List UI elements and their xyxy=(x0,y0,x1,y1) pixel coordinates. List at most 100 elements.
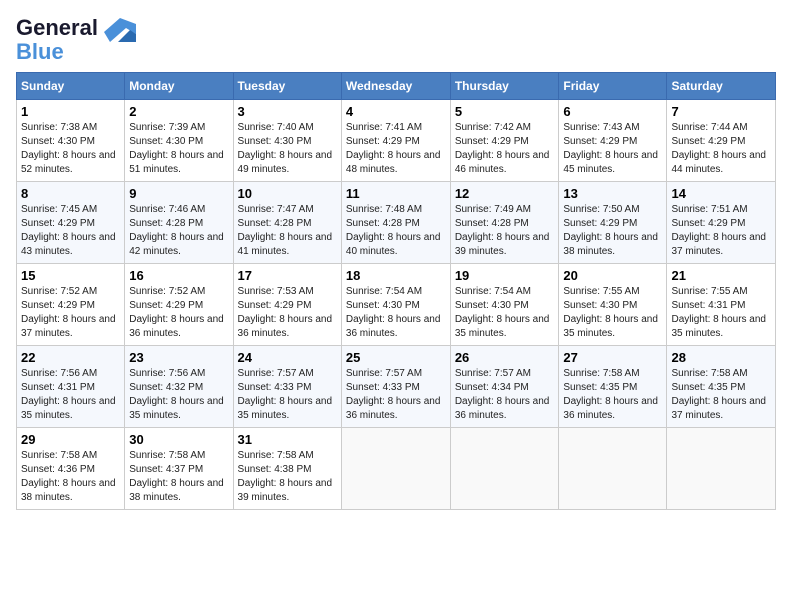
day-number: 18 xyxy=(346,268,446,283)
day-header: Friday xyxy=(559,73,667,100)
day-info: Sunrise: 7:56 AM Sunset: 4:32 PM Dayligh… xyxy=(129,367,228,423)
day-info: Sunrise: 7:58 AM Sunset: 4:38 PM Dayligh… xyxy=(238,449,337,505)
day-number: 21 xyxy=(671,268,771,283)
day-number: 10 xyxy=(238,186,337,201)
day-info: Sunrise: 7:51 AM Sunset: 4:29 PM Dayligh… xyxy=(671,203,771,259)
day-info: Sunrise: 7:50 AM Sunset: 4:29 PM Dayligh… xyxy=(563,203,662,259)
calendar-cell: 17 Sunrise: 7:53 AM Sunset: 4:29 PM Dayl… xyxy=(233,264,341,346)
day-info: Sunrise: 7:55 AM Sunset: 4:30 PM Dayligh… xyxy=(563,285,662,341)
day-number: 6 xyxy=(563,104,662,119)
day-info: Sunrise: 7:54 AM Sunset: 4:30 PM Dayligh… xyxy=(455,285,555,341)
logo-icon xyxy=(100,14,136,50)
day-number: 20 xyxy=(563,268,662,283)
calendar-cell: 25 Sunrise: 7:57 AM Sunset: 4:33 PM Dayl… xyxy=(341,346,450,428)
day-header: Tuesday xyxy=(233,73,341,100)
calendar-cell: 7 Sunrise: 7:44 AM Sunset: 4:29 PM Dayli… xyxy=(667,100,776,182)
day-header: Wednesday xyxy=(341,73,450,100)
day-number: 5 xyxy=(455,104,555,119)
day-number: 26 xyxy=(455,350,555,365)
day-info: Sunrise: 7:54 AM Sunset: 4:30 PM Dayligh… xyxy=(346,285,446,341)
day-number: 19 xyxy=(455,268,555,283)
day-info: Sunrise: 7:57 AM Sunset: 4:33 PM Dayligh… xyxy=(238,367,337,423)
calendar-cell: 12 Sunrise: 7:49 AM Sunset: 4:28 PM Dayl… xyxy=(450,182,559,264)
day-number: 30 xyxy=(129,432,228,447)
page-header: GeneralBlue xyxy=(16,16,776,64)
calendar-cell: 21 Sunrise: 7:55 AM Sunset: 4:31 PM Dayl… xyxy=(667,264,776,346)
calendar-cell xyxy=(559,428,667,510)
day-info: Sunrise: 7:48 AM Sunset: 4:28 PM Dayligh… xyxy=(346,203,446,259)
day-info: Sunrise: 7:58 AM Sunset: 4:35 PM Dayligh… xyxy=(563,367,662,423)
day-number: 31 xyxy=(238,432,337,447)
calendar-cell xyxy=(341,428,450,510)
day-number: 24 xyxy=(238,350,337,365)
day-number: 22 xyxy=(21,350,120,365)
day-number: 25 xyxy=(346,350,446,365)
calendar-cell: 23 Sunrise: 7:56 AM Sunset: 4:32 PM Dayl… xyxy=(125,346,233,428)
day-number: 8 xyxy=(21,186,120,201)
calendar-cell: 9 Sunrise: 7:46 AM Sunset: 4:28 PM Dayli… xyxy=(125,182,233,264)
day-number: 12 xyxy=(455,186,555,201)
day-info: Sunrise: 7:42 AM Sunset: 4:29 PM Dayligh… xyxy=(455,121,555,177)
day-info: Sunrise: 7:39 AM Sunset: 4:30 PM Dayligh… xyxy=(129,121,228,177)
calendar-cell: 1 Sunrise: 7:38 AM Sunset: 4:30 PM Dayli… xyxy=(17,100,125,182)
day-header: Monday xyxy=(125,73,233,100)
calendar-cell: 26 Sunrise: 7:57 AM Sunset: 4:34 PM Dayl… xyxy=(450,346,559,428)
calendar-cell: 20 Sunrise: 7:55 AM Sunset: 4:30 PM Dayl… xyxy=(559,264,667,346)
day-info: Sunrise: 7:56 AM Sunset: 4:31 PM Dayligh… xyxy=(21,367,120,423)
calendar-cell: 28 Sunrise: 7:58 AM Sunset: 4:35 PM Dayl… xyxy=(667,346,776,428)
calendar-cell: 6 Sunrise: 7:43 AM Sunset: 4:29 PM Dayli… xyxy=(559,100,667,182)
calendar-cell: 13 Sunrise: 7:50 AM Sunset: 4:29 PM Dayl… xyxy=(559,182,667,264)
calendar-cell: 22 Sunrise: 7:56 AM Sunset: 4:31 PM Dayl… xyxy=(17,346,125,428)
calendar-cell xyxy=(450,428,559,510)
calendar-cell xyxy=(667,428,776,510)
day-info: Sunrise: 7:58 AM Sunset: 4:36 PM Dayligh… xyxy=(21,449,120,505)
day-info: Sunrise: 7:49 AM Sunset: 4:28 PM Dayligh… xyxy=(455,203,555,259)
day-number: 15 xyxy=(21,268,120,283)
day-info: Sunrise: 7:44 AM Sunset: 4:29 PM Dayligh… xyxy=(671,121,771,177)
calendar-cell: 11 Sunrise: 7:48 AM Sunset: 4:28 PM Dayl… xyxy=(341,182,450,264)
day-number: 23 xyxy=(129,350,228,365)
day-info: Sunrise: 7:38 AM Sunset: 4:30 PM Dayligh… xyxy=(21,121,120,177)
calendar-cell: 14 Sunrise: 7:51 AM Sunset: 4:29 PM Dayl… xyxy=(667,182,776,264)
day-number: 3 xyxy=(238,104,337,119)
calendar-cell: 5 Sunrise: 7:42 AM Sunset: 4:29 PM Dayli… xyxy=(450,100,559,182)
day-info: Sunrise: 7:57 AM Sunset: 4:34 PM Dayligh… xyxy=(455,367,555,423)
day-number: 11 xyxy=(346,186,446,201)
calendar-cell: 19 Sunrise: 7:54 AM Sunset: 4:30 PM Dayl… xyxy=(450,264,559,346)
day-info: Sunrise: 7:45 AM Sunset: 4:29 PM Dayligh… xyxy=(21,203,120,259)
calendar-cell: 27 Sunrise: 7:58 AM Sunset: 4:35 PM Dayl… xyxy=(559,346,667,428)
day-header: Sunday xyxy=(17,73,125,100)
day-number: 29 xyxy=(21,432,120,447)
day-number: 4 xyxy=(346,104,446,119)
calendar-cell: 3 Sunrise: 7:40 AM Sunset: 4:30 PM Dayli… xyxy=(233,100,341,182)
day-info: Sunrise: 7:41 AM Sunset: 4:29 PM Dayligh… xyxy=(346,121,446,177)
day-info: Sunrise: 7:53 AM Sunset: 4:29 PM Dayligh… xyxy=(238,285,337,341)
calendar-cell: 16 Sunrise: 7:52 AM Sunset: 4:29 PM Dayl… xyxy=(125,264,233,346)
calendar-cell: 2 Sunrise: 7:39 AM Sunset: 4:30 PM Dayli… xyxy=(125,100,233,182)
day-info: Sunrise: 7:55 AM Sunset: 4:31 PM Dayligh… xyxy=(671,285,771,341)
day-number: 7 xyxy=(671,104,771,119)
calendar-cell: 31 Sunrise: 7:58 AM Sunset: 4:38 PM Dayl… xyxy=(233,428,341,510)
day-info: Sunrise: 7:58 AM Sunset: 4:35 PM Dayligh… xyxy=(671,367,771,423)
calendar-table: SundayMondayTuesdayWednesdayThursdayFrid… xyxy=(16,72,776,510)
calendar-cell: 4 Sunrise: 7:41 AM Sunset: 4:29 PM Dayli… xyxy=(341,100,450,182)
calendar-cell: 29 Sunrise: 7:58 AM Sunset: 4:36 PM Dayl… xyxy=(17,428,125,510)
day-info: Sunrise: 7:43 AM Sunset: 4:29 PM Dayligh… xyxy=(563,121,662,177)
calendar-cell: 18 Sunrise: 7:54 AM Sunset: 4:30 PM Dayl… xyxy=(341,264,450,346)
day-header: Saturday xyxy=(667,73,776,100)
day-number: 1 xyxy=(21,104,120,119)
calendar-cell: 30 Sunrise: 7:58 AM Sunset: 4:37 PM Dayl… xyxy=(125,428,233,510)
day-number: 2 xyxy=(129,104,228,119)
day-number: 17 xyxy=(238,268,337,283)
day-number: 13 xyxy=(563,186,662,201)
day-number: 9 xyxy=(129,186,228,201)
day-info: Sunrise: 7:58 AM Sunset: 4:37 PM Dayligh… xyxy=(129,449,228,505)
calendar-cell: 24 Sunrise: 7:57 AM Sunset: 4:33 PM Dayl… xyxy=(233,346,341,428)
day-header: Thursday xyxy=(450,73,559,100)
day-info: Sunrise: 7:47 AM Sunset: 4:28 PM Dayligh… xyxy=(238,203,337,259)
day-info: Sunrise: 7:40 AM Sunset: 4:30 PM Dayligh… xyxy=(238,121,337,177)
logo-text: GeneralBlue xyxy=(16,16,98,64)
logo: GeneralBlue xyxy=(16,16,136,64)
day-info: Sunrise: 7:52 AM Sunset: 4:29 PM Dayligh… xyxy=(21,285,120,341)
calendar-cell: 10 Sunrise: 7:47 AM Sunset: 4:28 PM Dayl… xyxy=(233,182,341,264)
